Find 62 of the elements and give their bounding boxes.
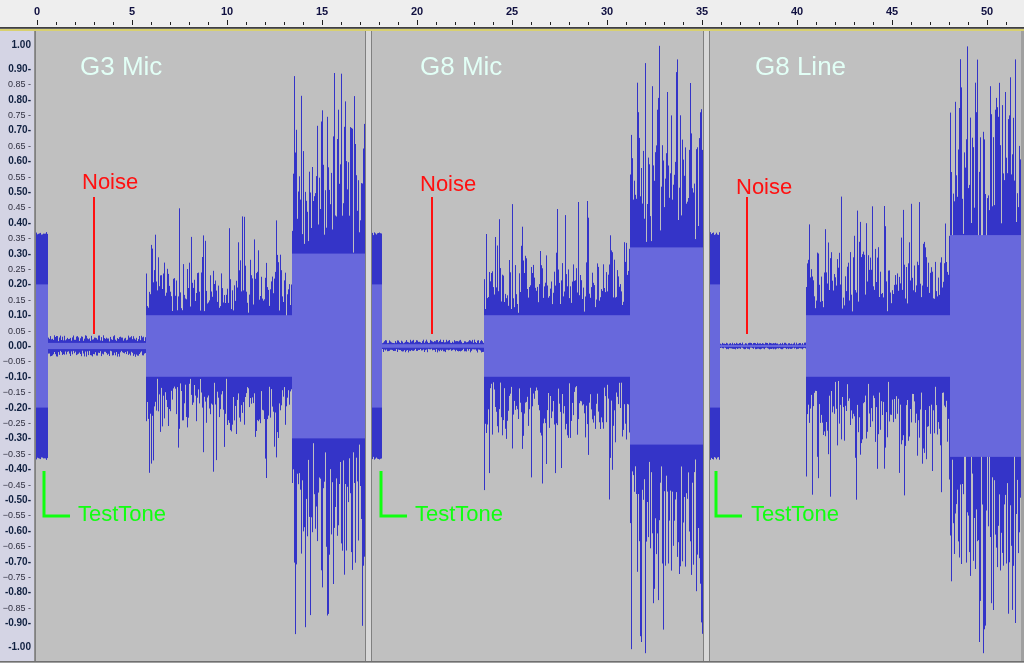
amplitude-label: 0.10- bbox=[8, 310, 31, 321]
amplitude-label: 0.30- bbox=[8, 248, 31, 259]
time-label: 25 bbox=[505, 5, 519, 17]
amplitude-label: 0.15 - bbox=[8, 295, 31, 305]
amplitude-label: −0.45 - bbox=[2, 480, 31, 490]
amplitude-label: 0.45 - bbox=[8, 202, 31, 212]
amplitude-label: -0.60- bbox=[4, 525, 31, 536]
amplitude-label: 0.40- bbox=[8, 217, 31, 228]
amplitude-label: −0.85 - bbox=[2, 603, 31, 613]
annotation-label: Noise bbox=[736, 174, 793, 200]
annotation-label: TestTone bbox=[751, 501, 840, 527]
annotation-label: TestTone bbox=[415, 501, 504, 527]
track-label: G8 Mic bbox=[420, 51, 503, 82]
amplitude-label: -0.30- bbox=[4, 433, 31, 444]
amplitude-label: 0.60- bbox=[8, 156, 31, 167]
amplitude-label: −0.05 - bbox=[2, 356, 31, 366]
amplitude-label: −0.55 - bbox=[2, 510, 31, 520]
amplitude-label: −0.25 - bbox=[2, 418, 31, 428]
annotation-label: Noise bbox=[420, 171, 477, 197]
amplitude-label: 0.35 - bbox=[8, 233, 31, 243]
amplitude-label: −0.15 - bbox=[2, 387, 31, 397]
time-label: 40 bbox=[790, 5, 804, 17]
amplitude-label: 0.80- bbox=[8, 94, 31, 105]
amplitude-label: −0.35 - bbox=[2, 449, 31, 459]
leader-line bbox=[714, 471, 742, 518]
annotation-label: Noise bbox=[82, 169, 139, 195]
amplitude-label: 0.55 - bbox=[8, 172, 31, 182]
amplitude-label: -0.40- bbox=[4, 464, 31, 475]
amplitude-label: 0.05 - bbox=[8, 326, 31, 336]
leader-line bbox=[42, 471, 70, 518]
amplitude-label: 0.85 - bbox=[8, 79, 31, 89]
amplitude-label: -0.80- bbox=[4, 587, 31, 598]
amplitude-label: -0.90- bbox=[4, 618, 31, 629]
amplitude-label: 0.00- bbox=[8, 341, 31, 351]
amplitude-label: -1.00 bbox=[8, 642, 31, 652]
amplitude-label: 0.75 - bbox=[8, 110, 31, 120]
time-label: 5 bbox=[128, 5, 136, 17]
time-label: 0 bbox=[33, 5, 41, 17]
amplitude-label: 0.20- bbox=[8, 279, 31, 290]
amplitude-label: -0.20- bbox=[4, 402, 31, 413]
amplitude-label: 0.65 - bbox=[8, 141, 31, 151]
annotation-label: TestTone bbox=[78, 501, 167, 527]
track-label: G3 Mic bbox=[80, 51, 163, 82]
time-label: 10 bbox=[220, 5, 234, 17]
leader-line bbox=[379, 471, 407, 518]
amplitude-label: 0.25 - bbox=[8, 264, 31, 274]
time-label: 20 bbox=[410, 5, 424, 17]
amplitude-label: −0.75 - bbox=[2, 572, 31, 582]
amplitude-label: 0.50- bbox=[8, 187, 31, 197]
time-label: 50 bbox=[980, 5, 994, 17]
time-label: 45 bbox=[885, 5, 899, 17]
amplitude-label: -0.70- bbox=[4, 556, 31, 567]
amplitude-label: 0.90- bbox=[8, 63, 31, 74]
track-label: G8 Line bbox=[755, 51, 847, 82]
amplitude-label: -0.10- bbox=[4, 371, 31, 382]
time-label: 15 bbox=[315, 5, 329, 17]
amplitude-label: 0.70- bbox=[8, 125, 31, 136]
amplitude-label: 1.00 bbox=[11, 40, 31, 50]
amplitude-label: -0.50- bbox=[4, 495, 31, 505]
time-label: 35 bbox=[695, 5, 709, 17]
time-label: 30 bbox=[600, 5, 614, 17]
amplitude-label: −0.65 - bbox=[2, 541, 31, 551]
